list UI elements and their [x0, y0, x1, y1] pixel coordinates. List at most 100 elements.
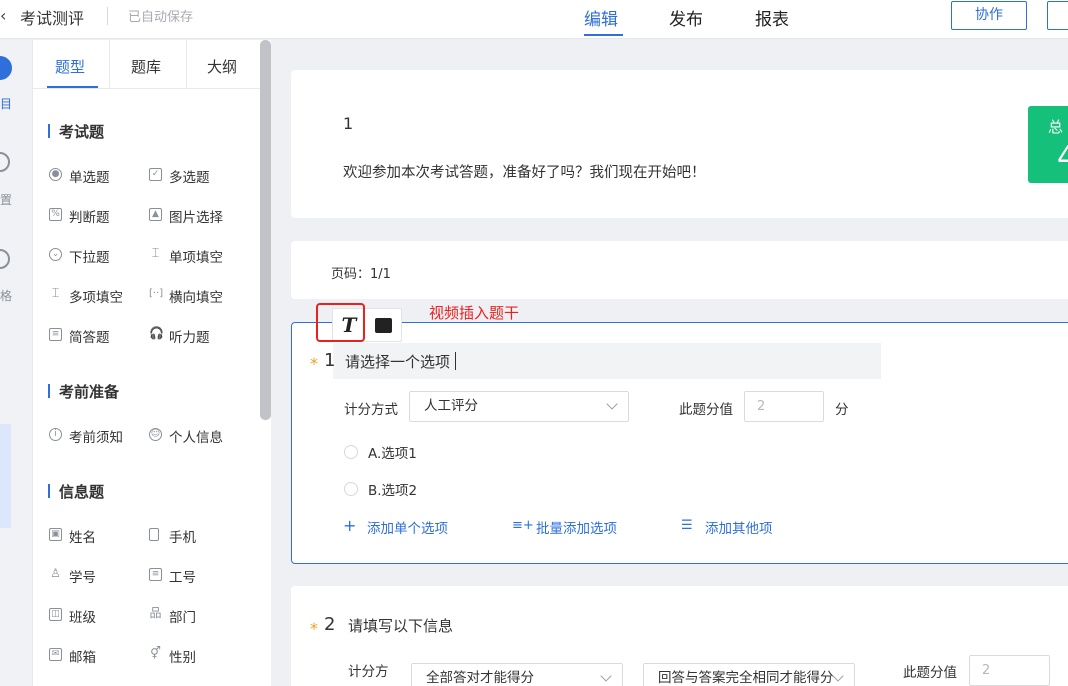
type-exam-notice[interactable]: i 考前须知	[49, 426, 123, 446]
type-short-answer[interactable]: ≡ 简答题	[49, 326, 110, 346]
student-icon: ♙	[50, 566, 61, 580]
rail-label-style[interactable]: 格	[0, 287, 12, 304]
rail-label-questions[interactable]: 目	[0, 95, 12, 112]
type-gender[interactable]: ⚥ 性别	[149, 646, 196, 666]
scoring-select[interactable]: 人工评分	[409, 391, 629, 422]
item-label: 学号	[69, 570, 96, 586]
item-label: 手机	[169, 530, 196, 546]
match-mode-select[interactable]: 回答与答案完全相同才能得分	[643, 663, 855, 686]
left-rail	[0, 40, 33, 686]
panel-tab-outline[interactable]: 大纲	[207, 56, 237, 77]
batch-add-button[interactable]: ≡+ 批量添加选项	[512, 517, 617, 537]
plus-icon: +	[343, 516, 357, 535]
rail-active-item[interactable]	[0, 424, 11, 528]
gender-icon: ⚥	[150, 646, 161, 660]
option-radio[interactable]	[344, 482, 358, 496]
type-multi-fill[interactable]: ⌶ 多项填空	[49, 286, 123, 306]
action-label: 添加单个选项	[367, 521, 448, 537]
item-label: 单项填空	[169, 250, 223, 266]
question-title-text[interactable]: 请选择一个选项	[345, 351, 450, 372]
type-name[interactable]: ▣ 姓名	[49, 526, 96, 546]
title-divider	[107, 7, 108, 25]
welcome-text[interactable]: 欢迎参加本次考试答题，准备好了吗？我们现在开始吧！	[343, 161, 706, 182]
type-employee-id[interactable]: ≡ 工号	[149, 566, 196, 586]
points-unit: 分	[835, 402, 849, 418]
checkbox-icon: ✓	[149, 168, 162, 181]
item-label: 班级	[69, 610, 96, 626]
points-input[interactable]: 2	[744, 391, 824, 422]
back-arrow-icon[interactable]: ‹	[0, 6, 6, 25]
survey-title[interactable]: 1	[343, 114, 353, 133]
radio-icon: ●	[49, 168, 62, 181]
type-department[interactable]: 品部门	[149, 606, 196, 626]
type-email[interactable]: ✉ 邮箱	[49, 646, 96, 666]
item-label: 个人信息	[169, 430, 223, 446]
question-title-text[interactable]: 请填写以下信息	[348, 615, 453, 636]
multi-fill-icon: ⌶	[51, 286, 60, 301]
question-number: 1	[324, 350, 336, 371]
type-phone[interactable]: 手机	[149, 526, 196, 546]
option-a[interactable]: A.选项1	[368, 442, 417, 462]
type-horizontal-fill[interactable]: [··] 横向填空	[149, 286, 223, 306]
type-single-fill[interactable]: ⌶ 单项填空	[149, 246, 223, 266]
type-student-id[interactable]: ♙ 学号	[49, 566, 96, 586]
item-label: 简答题	[69, 330, 110, 346]
user-icon: ☺	[149, 428, 162, 441]
horizontal-fill-icon: [··]	[149, 288, 164, 299]
rail-label-settings[interactable]: 置	[0, 191, 12, 208]
tab-edit[interactable]: 编辑	[584, 5, 618, 30]
image-insert-icon[interactable]	[375, 318, 392, 333]
org-icon: 品	[149, 606, 162, 620]
active-tab-indicator	[584, 34, 623, 36]
panel-scrollbar[interactable]	[260, 40, 271, 420]
item-label: 姓名	[69, 530, 96, 546]
type-judge[interactable]: % 判断题	[49, 206, 110, 226]
panel-tab-bank[interactable]: 题库	[131, 56, 161, 77]
panel-tab-divider	[109, 40, 110, 88]
judge-icon: %	[49, 208, 62, 221]
add-option-button[interactable]: + 添加单个选项	[343, 516, 448, 538]
item-label: 考前须知	[69, 430, 123, 446]
tab-publish[interactable]: 发布	[669, 5, 703, 30]
section-title-prep: 考前准备	[48, 381, 119, 402]
item-label: 部门	[169, 610, 196, 626]
type-class[interactable]: ◫ 班级	[49, 606, 96, 626]
type-image-choice[interactable]: ▲ 图片选择	[149, 206, 223, 226]
option-radio[interactable]	[344, 445, 358, 459]
add-other-button[interactable]: ☰ 添加其他项	[681, 517, 773, 537]
intro-card[interactable]	[291, 70, 1068, 218]
page-card	[291, 241, 1068, 299]
tab-report[interactable]: 报表	[755, 5, 789, 30]
type-personal-info[interactable]: ☺ 个人信息	[149, 426, 223, 446]
collaborate-button[interactable]: 协作	[951, 1, 1027, 30]
option-b[interactable]: B.选项2	[368, 479, 417, 499]
total-score-value: 4	[1057, 140, 1068, 175]
points-input[interactable]: 2	[969, 655, 1050, 686]
type-listening[interactable]: 🎧 听力题	[149, 326, 210, 346]
type-dropdown[interactable]: ⌄ 下拉题	[49, 246, 110, 266]
item-label: 图片选择	[169, 210, 223, 226]
section-title-info: 信息题	[48, 481, 104, 502]
preview-button[interactable]	[1047, 1, 1068, 30]
scoring-value: 人工评分	[424, 398, 478, 414]
headphones-icon: 🎧	[149, 326, 164, 340]
app-title: 考试测评	[20, 9, 85, 28]
scoring-label: 计分方式	[348, 664, 389, 680]
panel-tab-types[interactable]: 题型	[55, 56, 85, 77]
scoring-select[interactable]: 全部答对才能得分	[411, 663, 623, 686]
total-score-label: 总	[1048, 118, 1064, 136]
document-icon: ≡	[49, 328, 62, 341]
scoring-value: 全部答对才能得分	[426, 670, 534, 686]
annotation-text: 视频插入题干	[429, 304, 520, 322]
item-label: 多项填空	[69, 290, 123, 306]
match-value: 回答与答案完全相同才能得分	[658, 670, 834, 686]
fill-icon: ⌶	[151, 246, 160, 261]
type-multi-choice[interactable]: ✓ 多选题	[149, 166, 210, 186]
panel-tab-indicator	[47, 86, 98, 88]
item-label: 多选题	[169, 170, 210, 186]
list-icon: ☰	[681, 518, 693, 533]
action-label: 批量添加选项	[536, 521, 617, 537]
type-single-choice[interactable]: ● 单选题	[49, 166, 110, 186]
required-mark: *	[310, 354, 318, 373]
action-label: 添加其他项	[705, 521, 773, 537]
